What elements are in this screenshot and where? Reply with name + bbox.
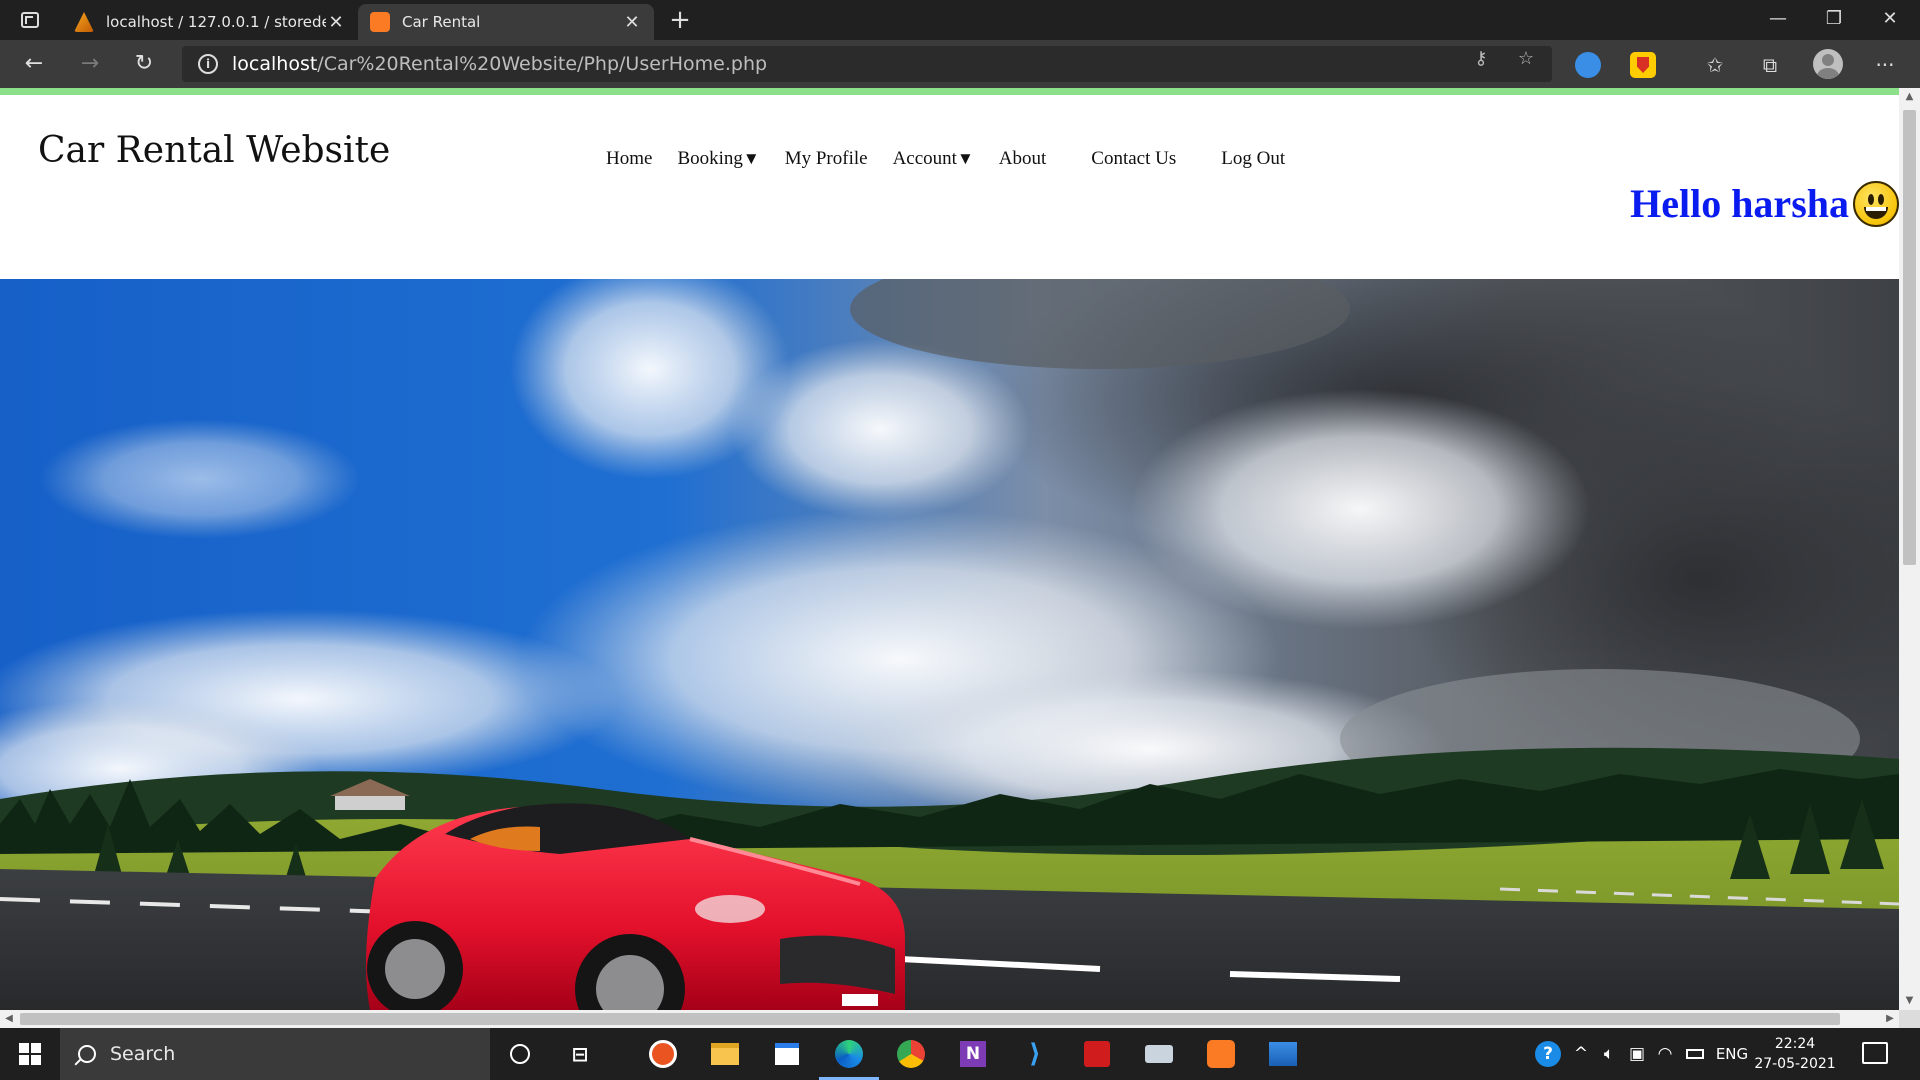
scroll-left-arrow-icon[interactable]: ◀ (0, 1010, 18, 1028)
device-icon[interactable]: ▣ (1624, 1028, 1650, 1080)
scroll-thumb[interactable] (1903, 110, 1916, 565)
file-explorer-icon[interactable] (705, 1034, 745, 1074)
browser-tab-phpmyadmin[interactable]: localhost / 127.0.0.1 / storedetail ✕ (62, 4, 358, 40)
tab-title: Car Rental (402, 13, 481, 31)
forward-arrow-icon[interactable]: → (74, 48, 106, 80)
page-viewport: Car Rental Website Home Booking▼ My Prof… (0, 88, 1899, 1010)
acrobat-icon[interactable] (1077, 1034, 1117, 1074)
taskbar-search-box[interactable]: Search (60, 1028, 490, 1080)
show-hidden-icons-chevron-icon[interactable]: ^ (1568, 1028, 1594, 1080)
new-tab-button[interactable]: + (664, 4, 696, 36)
nav-contact-us[interactable]: Contact Us (1091, 148, 1176, 170)
onenote-icon[interactable]: N (953, 1034, 993, 1074)
browser-tab-strip: localhost / 127.0.0.1 / storedetail ✕ Ca… (0, 0, 1920, 40)
nav-log-out[interactable]: Log Out (1221, 148, 1285, 170)
restore-icon[interactable]: ❐ (1806, 0, 1862, 40)
site-title: Car Rental Website (38, 130, 391, 171)
minimize-icon[interactable]: — (1750, 0, 1806, 40)
refresh-icon[interactable]: ↻ (128, 48, 160, 80)
page-accent-bar (0, 88, 1899, 95)
help-icon[interactable]: ? (1530, 1028, 1566, 1080)
add-favorite-star-icon[interactable]: ☆ (1515, 48, 1537, 70)
browser-tab-car-rental[interactable]: Car Rental ✕ (358, 4, 654, 40)
vertical-scrollbar[interactable]: ▲ ▼ (1899, 88, 1920, 1010)
collections-icon[interactable]: ⧉ (1755, 50, 1785, 80)
horizontal-scrollbar[interactable]: ◀ ▶ (0, 1010, 1899, 1028)
nav-my-profile[interactable]: My Profile (785, 148, 868, 170)
windows-start-icon[interactable] (0, 1028, 60, 1080)
hero-banner-image (0, 279, 1899, 1010)
window-close-icon[interactable]: ✕ (1862, 0, 1918, 40)
xampp-icon[interactable] (1201, 1034, 1241, 1074)
scroll-thumb[interactable] (20, 1013, 1840, 1025)
clock-time: 22:24 (1774, 1036, 1816, 1052)
nav-home[interactable]: Home (606, 148, 652, 170)
profile-avatar-icon[interactable] (1813, 49, 1843, 79)
volume-icon[interactable]: 🔈︎ (1596, 1028, 1622, 1080)
windows-taskbar: Search ⊟ N ⟩ ? ^ 🔈︎ ▣ ◠ ENG 22:24 27-05-… (0, 1028, 1920, 1080)
extension-icon[interactable] (1575, 52, 1601, 78)
tab-close-icon[interactable]: ✕ (622, 12, 642, 33)
phpmyadmin-sail-icon (74, 12, 94, 32)
shield-extension-icon[interactable] (1630, 52, 1656, 78)
taskbar-clock[interactable]: 22:24 27-05-2021 (1753, 1034, 1837, 1074)
user-greeting: Hello harsha (1630, 180, 1899, 227)
nav-about[interactable]: About (999, 148, 1047, 170)
nav-booking[interactable]: Booking▼ (677, 148, 759, 170)
grinning-face-icon (1853, 180, 1899, 227)
address-bar[interactable]: i localhost/Car%20Rental%20Website/Php/U… (182, 46, 1552, 82)
microsoft-store-icon[interactable] (767, 1034, 807, 1074)
battery-icon[interactable] (1680, 1028, 1710, 1080)
xampp-icon (370, 12, 390, 32)
cortana-icon[interactable] (500, 1034, 540, 1074)
clock-date: 27-05-2021 (1754, 1056, 1836, 1072)
chrome-icon[interactable] (891, 1034, 931, 1074)
wifi-icon[interactable]: ◠ (1652, 1028, 1678, 1080)
printer-icon[interactable] (1139, 1034, 1179, 1074)
key-icon[interactable]: ⚷ (1470, 48, 1492, 70)
photos-icon[interactable] (1263, 1034, 1303, 1074)
dropdown-arrow-icon: ▼ (742, 149, 760, 168)
search-placeholder: Search (110, 1043, 176, 1065)
scroll-right-arrow-icon[interactable]: ▶ (1881, 1010, 1899, 1028)
back-arrow-icon[interactable]: ← (18, 48, 50, 80)
task-view-icon[interactable]: ⊟ (560, 1034, 600, 1074)
site-info-icon[interactable]: i (198, 54, 218, 74)
notifications-icon[interactable] (1862, 1042, 1888, 1064)
dropdown-arrow-icon: ▼ (956, 149, 974, 168)
more-options-icon[interactable]: ··· (1870, 50, 1900, 80)
language-indicator[interactable]: ENG (1712, 1028, 1752, 1080)
nav-account[interactable]: Account▼ (893, 148, 974, 170)
scrollbar-corner (1899, 1010, 1920, 1028)
tab-close-icon[interactable]: ✕ (326, 12, 346, 33)
scroll-down-arrow-icon[interactable]: ▼ (1899, 992, 1920, 1010)
edge-browser-icon[interactable] (819, 1034, 879, 1080)
ubuntu-icon[interactable] (643, 1034, 683, 1074)
vscode-icon[interactable]: ⟩ (1015, 1034, 1055, 1074)
search-icon (78, 1045, 96, 1063)
tab-actions-icon[interactable] (10, 8, 50, 32)
greeting-text: Hello harsha (1630, 181, 1849, 226)
scroll-up-arrow-icon[interactable]: ▲ (1899, 88, 1920, 106)
url-text: localhost/Car%20Rental%20Website/Php/Use… (232, 53, 768, 75)
favorites-icon[interactable]: ✩ (1700, 50, 1730, 80)
tab-title: localhost / 127.0.0.1 / storedetail (106, 13, 326, 31)
main-navigation: Home Booking▼ My Profile Account▼ About … (606, 148, 1310, 170)
